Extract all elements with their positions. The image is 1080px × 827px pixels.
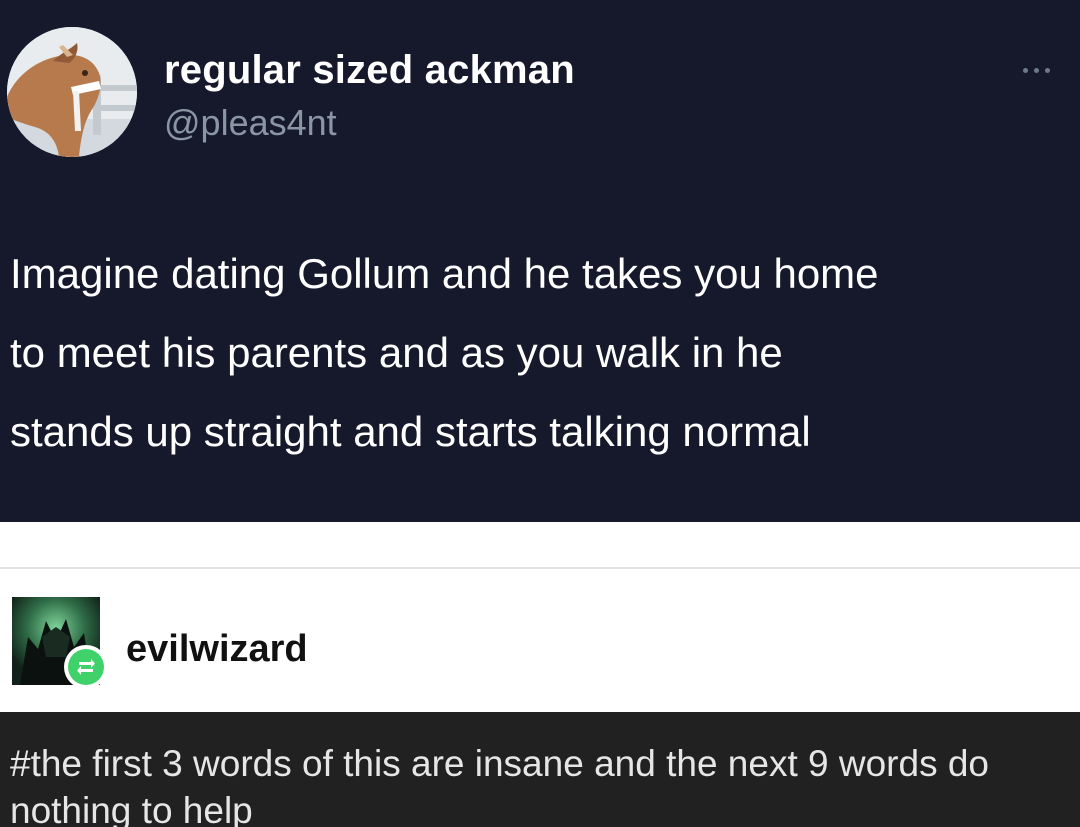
tags-bar: #the first 3 words of this are insane an… — [0, 712, 1080, 827]
reblog-icon — [68, 649, 104, 685]
tag-text[interactable]: #the first 3 words of this are insane an… — [10, 740, 1060, 827]
user-handle[interactable]: @pleas4nt — [164, 101, 337, 145]
divider — [0, 567, 1080, 569]
tweet-text: Imagine dating Gollum and he takes you h… — [10, 250, 879, 455]
dot — [1044, 67, 1050, 73]
dot — [1022, 67, 1028, 73]
dot — [1033, 67, 1039, 73]
reblog-badge — [64, 645, 108, 689]
more-dots-icon[interactable] — [1008, 60, 1064, 80]
reblog-username[interactable]: evilwizard — [126, 626, 308, 672]
display-name[interactable]: regular sized ackman — [164, 46, 575, 94]
tweet-card: regular sized ackman @pleas4nt Imagine d… — [0, 0, 1080, 522]
horse-avatar-icon[interactable] — [7, 27, 137, 157]
